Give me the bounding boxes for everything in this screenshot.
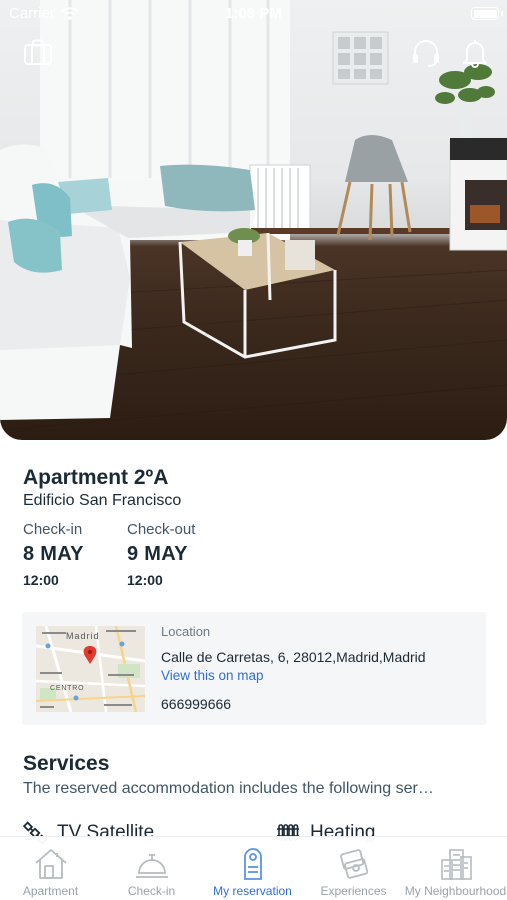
tickets-icon [339, 849, 368, 879]
tab-label: My Neighbourhood [404, 884, 507, 898]
headset-icon[interactable] [410, 38, 442, 68]
apartment-photo [0, 0, 507, 440]
location-card: Madrid CENTRO Location Calle de Carretas… [22, 612, 486, 725]
tab-my-reservation[interactable]: My reservation [202, 837, 303, 900]
house-icon [34, 849, 67, 879]
tab-my-neighbourhood[interactable]: My Neighbourhood [404, 837, 507, 900]
bell-icon[interactable] [459, 38, 491, 68]
status-time: 1:08 PM [225, 5, 282, 22]
tab-bar: Apartment Check-in My reservation Experi… [0, 836, 507, 900]
tab-label: Apartment [22, 884, 79, 898]
check-out-date: 9 MAY [127, 543, 188, 565]
check-out-block: Check-out 9 MAY 12:00 [127, 521, 195, 588]
location-address: Calle de Carretas, 6, 28012,Madrid,Madri… [161, 649, 426, 665]
check-out-time: 12:00 [127, 572, 163, 588]
check-in-time: 12:00 [23, 572, 59, 588]
building-name: Edificio San Francisco [23, 492, 182, 509]
status-bar: Carrier 1:08 PM [0, 0, 507, 28]
check-out-label: Check-out [127, 521, 196, 538]
map-thumbnail[interactable]: Madrid CENTRO [36, 626, 145, 712]
services-description: The reserved accommodation includes the … [23, 780, 434, 797]
service-bell-icon [135, 854, 168, 878]
check-in-label: Check-in [23, 521, 83, 538]
check-in-block: Check-in 8 MAY 12:00 [23, 521, 84, 588]
view-on-map-link[interactable]: View this on map [161, 668, 264, 683]
apartment-name: Apartment 2ºA [23, 466, 169, 489]
tab-check-in[interactable]: Check-in [101, 837, 202, 900]
tab-apartment[interactable]: Apartment [0, 837, 101, 900]
location-label: Location [161, 624, 211, 639]
tab-label: My reservation [213, 884, 292, 898]
tab-label: Check-in [127, 884, 176, 898]
battery-tip [501, 11, 503, 16]
location-phone[interactable]: 666999666 [161, 696, 231, 712]
tab-experiences[interactable]: Experiences [303, 837, 404, 900]
battery-icon [471, 7, 499, 20]
suitcase-icon[interactable] [22, 38, 54, 68]
map-label-madrid: Madrid [66, 631, 100, 641]
buildings-icon [440, 849, 472, 880]
map-label-centro: CENTRO [50, 685, 85, 692]
services-title: Services [23, 752, 110, 775]
tab-label: Experiences [320, 884, 387, 898]
check-in-date: 8 MAY [23, 543, 84, 565]
door-hanger-icon [243, 848, 262, 880]
